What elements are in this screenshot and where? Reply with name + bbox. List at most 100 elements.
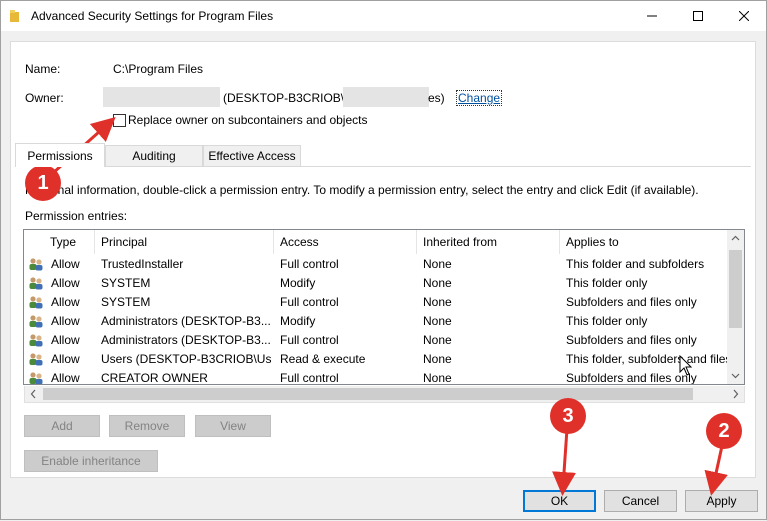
- column-header-inherited-from[interactable]: Inherited from: [417, 230, 560, 254]
- tab-effective-access-label: Effective Access: [208, 149, 296, 163]
- enable-inheritance-button[interactable]: Enable inheritance: [24, 450, 158, 472]
- table-row[interactable]: Allow Administrators (DESKTOP-B3... Full c…: [24, 331, 729, 350]
- scroll-down-icon[interactable]: [727, 367, 744, 384]
- horizontal-scrollbar[interactable]: [24, 386, 745, 403]
- vertical-scroll-thumb[interactable]: [729, 250, 742, 328]
- table-row[interactable]: Allow SYSTEM Full control None Subfolders an…: [24, 293, 729, 312]
- column-header-access[interactable]: Access: [274, 230, 417, 254]
- cell-access: Full control: [280, 257, 339, 271]
- scroll-left-icon[interactable]: [25, 386, 42, 402]
- owner-value-part: (DESKTOP-B3CRIOB\Fi: [223, 91, 355, 105]
- annotation-badge-3: 3: [550, 398, 586, 434]
- info-text: F ditional information, double-click a p…: [25, 183, 699, 197]
- cell-inherited: None: [423, 295, 452, 309]
- cell-principal: SYSTEM: [101, 276, 151, 290]
- minimize-button[interactable]: [629, 1, 675, 31]
- remove-button[interactable]: Remove: [109, 415, 185, 437]
- name-value: C:\Program Files: [113, 62, 204, 76]
- user-group-icon: [29, 277, 43, 290]
- tab-divider: [15, 166, 751, 167]
- user-group-icon: [29, 334, 43, 347]
- owner-redaction: [103, 87, 220, 107]
- mouse-cursor-icon: [679, 355, 693, 376]
- tab-auditing[interactable]: Auditing: [105, 145, 203, 166]
- maximize-button[interactable]: [675, 1, 721, 31]
- cell-applies: This folder only: [566, 314, 648, 328]
- tab-effective-access[interactable]: Effective Access: [203, 145, 301, 166]
- cell-principal: Users (DESKTOP-B3CRIOB\Us...: [101, 352, 271, 366]
- close-icon: [739, 11, 749, 21]
- cell-inherited: None: [423, 352, 452, 366]
- cell-applies: This folder and subfolders: [566, 257, 705, 271]
- scroll-up-icon[interactable]: [727, 230, 744, 247]
- cell-type: Allow: [51, 276, 80, 290]
- title-bar: Advanced Security Settings for Program F…: [1, 1, 766, 31]
- table-row[interactable]: Allow SYSTEM Modify None This folder only: [24, 274, 729, 293]
- close-button[interactable]: [721, 1, 767, 31]
- user-group-icon: [29, 258, 43, 271]
- view-button[interactable]: View: [195, 415, 271, 437]
- minimize-icon: [647, 15, 657, 17]
- user-group-icon: [29, 296, 43, 309]
- replace-owner-checkbox[interactable]: [113, 114, 126, 127]
- user-group-icon: [29, 372, 43, 384]
- cell-applies: This folder only: [566, 276, 648, 290]
- owner-value-suffix: es): [428, 91, 445, 105]
- scroll-right-icon[interactable]: [727, 386, 744, 402]
- cell-access: Full control: [280, 333, 339, 347]
- cell-type: Allow: [51, 257, 80, 271]
- cell-type: Allow: [51, 295, 80, 309]
- name-label: Name:: [25, 62, 61, 76]
- column-header-type[interactable]: Type: [44, 230, 95, 254]
- table-row[interactable]: Allow Users (DESKTOP-B3CRIOB\Us... Read & …: [24, 350, 729, 369]
- table-row[interactable]: Allow Administrators (DESKTOP-B3... Modify…: [24, 312, 729, 331]
- cell-principal: TrustedInstaller: [101, 257, 184, 271]
- ok-button[interactable]: OK: [523, 490, 596, 512]
- cell-type: Allow: [51, 352, 80, 366]
- tab-permissions-label: Permissions: [27, 148, 93, 163]
- cell-applies: This folder, subfolders and files: [566, 352, 728, 366]
- maximize-icon: [693, 11, 703, 21]
- cell-access: Read & execute: [280, 352, 366, 366]
- annotation-badge-1: 1: [25, 165, 61, 201]
- permission-entries-label: Permission entries:: [25, 209, 128, 223]
- cell-principal: CREATOR OWNER: [101, 371, 208, 385]
- folder-icon: [10, 10, 19, 22]
- cell-principal: Administrators (DESKTOP-B3...: [101, 333, 271, 347]
- cell-inherited: None: [423, 257, 452, 271]
- owner-redaction-2: [343, 87, 429, 107]
- cell-type: Allow: [51, 371, 80, 385]
- permission-entries-list[interactable]: Type Principal Access Inherited from App…: [23, 229, 745, 385]
- add-button[interactable]: Add: [24, 415, 100, 437]
- tab-permissions[interactable]: Permissions: [15, 143, 105, 167]
- horizontal-scroll-thumb[interactable]: [43, 388, 693, 400]
- window-title: Advanced Security Settings for Program F…: [31, 9, 274, 23]
- cell-principal: SYSTEM: [101, 295, 151, 309]
- table-row[interactable]: Allow TrustedInstaller Full control None Thi…: [24, 255, 729, 274]
- tab-auditing-label: Auditing: [132, 149, 176, 163]
- cell-inherited: None: [423, 276, 452, 290]
- user-group-icon: [29, 315, 43, 328]
- table-row[interactable]: Allow CREATOR OWNER Full control None Subfol…: [24, 369, 729, 385]
- user-group-icon: [29, 353, 43, 366]
- column-header-principal[interactable]: Principal: [95, 230, 274, 254]
- cell-applies: Subfolders and files only: [566, 295, 697, 309]
- column-header-applies-to[interactable]: Applies to: [560, 230, 730, 254]
- cell-inherited: None: [423, 371, 452, 385]
- apply-button[interactable]: Apply: [685, 490, 758, 512]
- cell-access: Modify: [280, 276, 316, 290]
- owner-label: Owner:: [25, 91, 64, 105]
- cell-applies: Subfolders and files only: [566, 371, 697, 385]
- cancel-button[interactable]: Cancel: [604, 490, 677, 512]
- cell-type: Allow: [51, 333, 80, 347]
- cell-inherited: None: [423, 333, 452, 347]
- cell-access: Full control: [280, 371, 339, 385]
- cell-applies: Subfolders and files only: [566, 333, 697, 347]
- annotation-badge-2: 2: [706, 413, 742, 449]
- vertical-scrollbar[interactable]: [727, 230, 744, 384]
- replace-owner-label: Replace owner on subcontainers and objec…: [128, 113, 368, 127]
- cell-inherited: None: [423, 314, 452, 328]
- cell-access: Full control: [280, 295, 339, 309]
- cell-type: Allow: [51, 314, 80, 328]
- change-owner-link[interactable]: Change: [456, 90, 503, 106]
